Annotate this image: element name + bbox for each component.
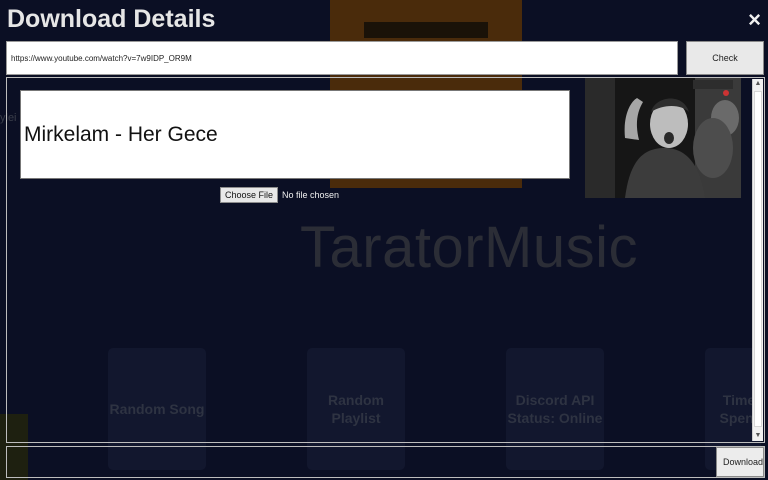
url-input[interactable] [6,41,678,75]
scroll-down-arrow-icon[interactable]: ▼ [753,431,763,441]
file-picker-row: Choose File No file chosen [220,187,339,203]
close-icon[interactable]: × [748,9,761,31]
dialog-title: Download Details [7,5,216,33]
choose-file-button[interactable]: Choose File [220,187,279,203]
video-thumbnail [585,78,741,198]
check-button[interactable]: Check [686,41,764,75]
scroll-thumb[interactable] [754,91,762,427]
bottom-bar [6,446,765,478]
download-button[interactable]: Download [716,447,764,477]
panel-scrollbar[interactable]: ▲ ▼ [752,79,763,441]
file-status-text: No file chosen [282,190,340,200]
scroll-up-arrow-icon[interactable]: ▲ [753,79,763,89]
song-title-input[interactable] [20,90,570,179]
